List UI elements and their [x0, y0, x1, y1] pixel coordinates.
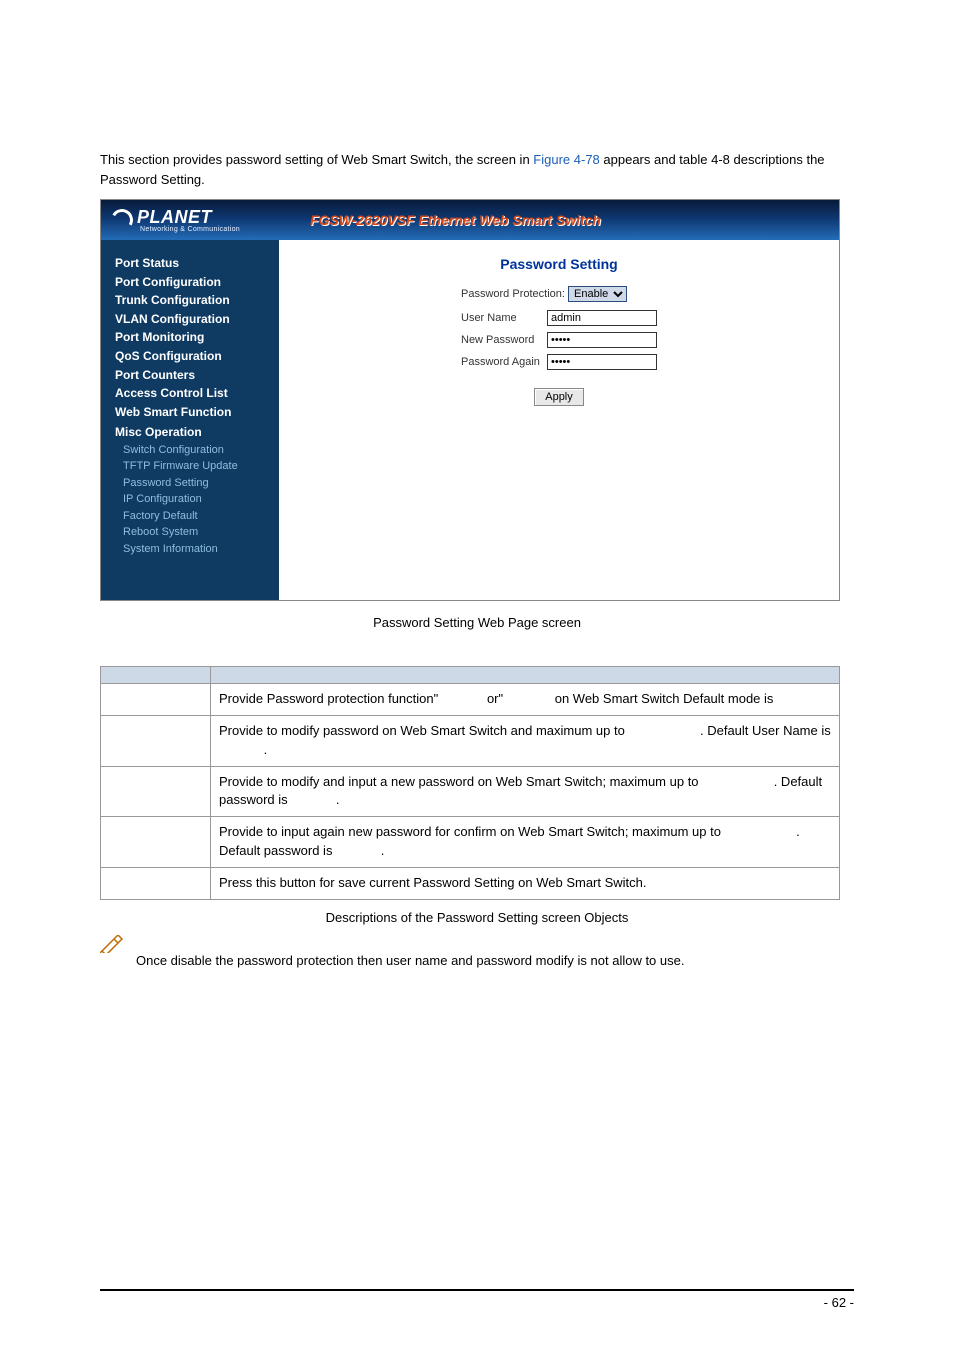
sidebar-item-trunk-configuration[interactable]: Trunk Configuration: [115, 291, 267, 310]
table-cell-object: [101, 817, 211, 868]
sidebar-item-vlan-configuration[interactable]: VLAN Configuration: [115, 310, 267, 329]
table-row: Press this button for save current Passw…: [101, 867, 840, 899]
table-cell-desc: Provide to modify and input a new passwo…: [211, 766, 840, 817]
sidebar-item-access-control-list[interactable]: Access Control List: [115, 384, 267, 403]
figure-caption: Password Setting Web Page screen: [100, 615, 854, 630]
sidebar-sub-factory-default[interactable]: Factory Default: [115, 508, 267, 525]
app-header: PLANET Networking & Communication FGSW-2…: [101, 200, 839, 240]
page-number: - 62 -: [824, 1295, 854, 1310]
table-cell-object: [101, 867, 211, 899]
sidebar-sub-switch-configuration[interactable]: Switch Configuration: [115, 442, 267, 459]
table-caption: Descriptions of the Password Setting scr…: [100, 910, 854, 925]
intro-paragraph: This section provides password setting o…: [100, 150, 854, 189]
table-row: Provide to modify and input a new passwo…: [101, 766, 840, 817]
table-cell-desc: Provide to input again new password for …: [211, 817, 840, 868]
table-header-object: [101, 667, 211, 684]
table-cell-object: [101, 684, 211, 716]
sidebar-sub-system-information[interactable]: System Information: [115, 541, 267, 558]
sidebar-item-port-configuration[interactable]: Port Configuration: [115, 273, 267, 292]
table-header-desc: [211, 667, 840, 684]
table-row: Provide to input again new password for …: [101, 817, 840, 868]
table-cell-desc: Provide to modify password on Web Smart …: [211, 715, 840, 766]
sidebar-sub-password-setting[interactable]: Password Setting: [115, 475, 267, 492]
sidebar-sub-tftp-firmware-update[interactable]: TFTP Firmware Update: [115, 458, 267, 475]
sidebar-item-web-smart-function[interactable]: Web Smart Function: [115, 403, 267, 422]
new-password-label: New Password: [461, 334, 547, 346]
table-cell-desc: Press this button for save current Passw…: [211, 867, 840, 899]
username-input[interactable]: [547, 310, 657, 326]
panel-title: Password Setting: [299, 256, 819, 272]
table-cell-desc: Provide Password protection function"Ena…: [211, 684, 840, 716]
table-cell-object: [101, 766, 211, 817]
figure-link[interactable]: Figure 4-78: [533, 152, 599, 167]
page-footer: - 62 -: [100, 1289, 854, 1310]
table-row: Provide to modify password on Web Smart …: [101, 715, 840, 766]
password-protection-select[interactable]: Enable: [568, 286, 627, 302]
sidebar-item-port-status[interactable]: Port Status: [115, 254, 267, 273]
sidebar-item-qos-configuration[interactable]: QoS Configuration: [115, 347, 267, 366]
new-password-input[interactable]: [547, 332, 657, 348]
app-title: FGSW-2620VSF Ethernet Web Smart Switch: [310, 212, 601, 228]
table-cell-object: [101, 715, 211, 766]
intro-text-pre: This section provides password setting o…: [100, 152, 533, 167]
table-row: Provide Password protection function"Ena…: [101, 684, 840, 716]
sidebar-misc-heading: Misc Operation: [115, 423, 267, 442]
note-text: Once disable the password protection the…: [136, 935, 684, 971]
brand-name: PLANET: [137, 207, 240, 228]
sidebar: Port Status Port Configuration Trunk Con…: [101, 240, 279, 600]
sidebar-item-port-monitoring[interactable]: Port Monitoring: [115, 328, 267, 347]
pencil-icon: [100, 935, 124, 953]
sidebar-item-port-counters[interactable]: Port Counters: [115, 366, 267, 385]
description-table: Provide Password protection function"Ena…: [100, 666, 840, 900]
apply-button[interactable]: Apply: [534, 388, 584, 406]
password-protection-label: Password Protection:: [461, 288, 565, 300]
brand-logo: PLANET Networking & Communication: [111, 207, 240, 233]
password-again-label: Password Again: [461, 356, 547, 368]
main-panel: Password Setting Password Protection: En…: [279, 240, 839, 600]
password-again-input[interactable]: [547, 354, 657, 370]
sidebar-sub-ip-configuration[interactable]: IP Configuration: [115, 491, 267, 508]
username-label: User Name: [461, 312, 547, 324]
planet-ring-icon: [109, 207, 136, 234]
note-block: Once disable the password protection the…: [100, 935, 854, 971]
sidebar-sub-reboot-system[interactable]: Reboot System: [115, 524, 267, 541]
app-window: PLANET Networking & Communication FGSW-2…: [100, 199, 840, 601]
brand-subtitle: Networking & Communication: [140, 226, 240, 233]
